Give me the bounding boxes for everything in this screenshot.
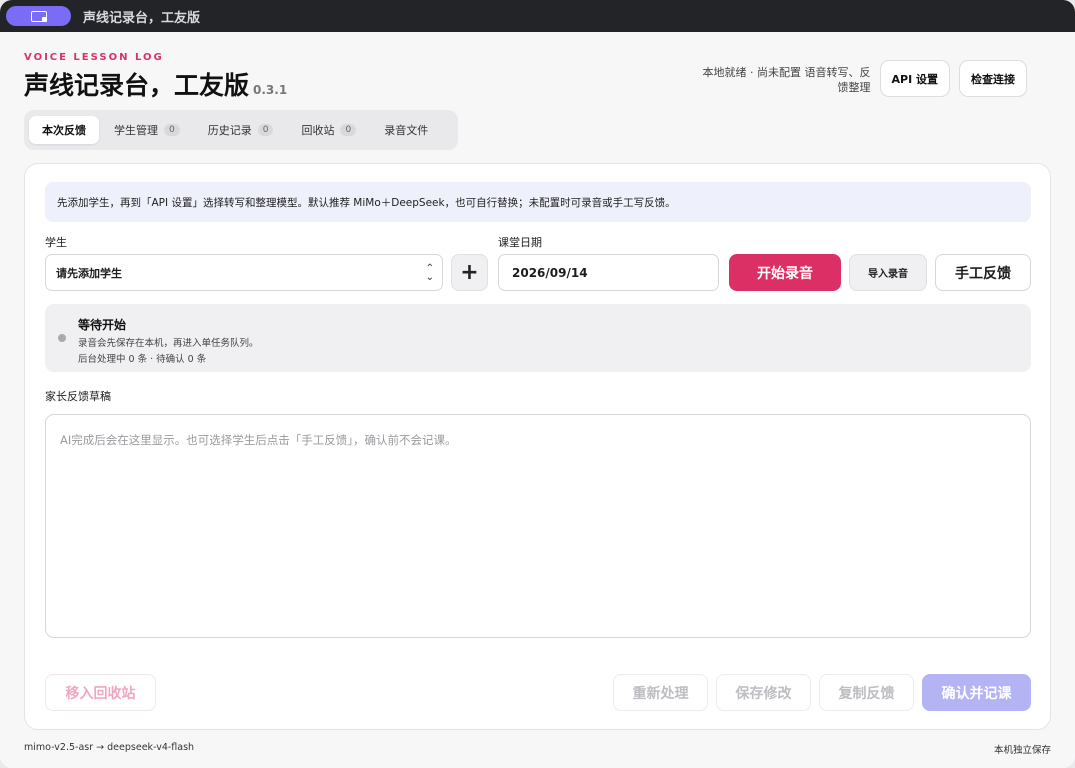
tab-label: 录音文件 [384, 124, 429, 137]
eyebrow-label: VOICE LESSON LOG [24, 52, 164, 63]
start-recording-button[interactable]: 开始录音 [729, 254, 841, 291]
queue-counts: 后台处理中 0 条 · 待确认 0 条 [78, 354, 207, 365]
title-bar: 声线记录台，工友版 [0, 0, 1075, 32]
status-text-line: 馈整理 [837, 81, 871, 94]
save-changes-button[interactable]: 保存修改 [716, 674, 811, 711]
tab-label: 历史记录 [207, 124, 252, 137]
chevron-up-down-icon: ⌃ ⌄ [425, 263, 434, 283]
student-select[interactable]: 请先添加学生 ⌃ ⌄ [45, 254, 443, 291]
window-title: 声线记录台，工友版 [83, 10, 201, 26]
storage-label: 本机独立保存 [993, 745, 1051, 756]
reprocess-button[interactable]: 重新处理 [613, 674, 708, 711]
api-settings-button[interactable]: API 设置 [879, 60, 950, 97]
tab-student-management[interactable]: 学生管理 0 [101, 116, 193, 144]
tab-label: 学生管理 [114, 124, 158, 137]
model-pipeline-label: mimo-v2.5-asr → deepseek-v4-flash [24, 742, 195, 753]
connection-status-area: 本地就绪 · 尚未配置 语音转写、反 馈整理 API 设置 检查连接 [681, 60, 1027, 97]
page-title-text: 声线记录台，工友版 [24, 71, 250, 100]
confirm-record-button[interactable]: 确认并记课 [922, 674, 1031, 711]
import-recording-button[interactable]: 导入录音 [849, 254, 927, 291]
feedback-card: 先添加学生，再到「API 设置」选择转写和整理模型。默认推荐 MiMo＋Deep… [24, 163, 1051, 730]
setup-notice: 先添加学生，再到「API 设置」选择转写和整理模型。默认推荐 MiMo＋Deep… [45, 182, 1031, 222]
tab-recording-files[interactable]: 录音文件 [371, 116, 441, 144]
app-switcher-button[interactable] [6, 6, 71, 26]
app-window: 声线记录台，工友版 VOICE LESSON LOG 声线记录台，工友版 0.3.… [0, 0, 1075, 768]
tab-current-feedback[interactable]: 本次反馈 [29, 116, 99, 144]
lesson-date-input[interactable]: 2026/09/14 [498, 254, 719, 291]
status-title: 等待开始 [78, 318, 127, 332]
student-select-value: 请先添加学生 [56, 266, 122, 280]
add-student-button[interactable]: + [451, 254, 488, 291]
tab-history[interactable]: 历史记录 0 [195, 116, 287, 144]
status-text-line: 本地就绪 · 尚未配置 语音转写、反 [702, 66, 871, 79]
status-description: 录音会先保存在本机，再进入单任务队列。 [78, 338, 259, 349]
tab-label: 回收站 [301, 124, 335, 137]
draft-label: 家长反馈草稿 [45, 390, 111, 403]
copy-feedback-button[interactable]: 复制反馈 [819, 674, 914, 711]
page-title: 声线记录台，工友版 0.3.1 [24, 66, 287, 102]
status-dot-icon [58, 334, 66, 342]
count-badge: 0 [164, 124, 180, 136]
window-icon [30, 10, 47, 22]
count-badge: 0 [257, 124, 274, 136]
check-connection-button[interactable]: 检查连接 [959, 60, 1027, 97]
page-header: VOICE LESSON LOG 声线记录台，工友版 0.3.1 [24, 52, 287, 102]
tab-bar: 本次反馈 学生管理 0 历史记录 0 回收站 0 录音文件 [24, 110, 458, 150]
task-status-panel: 等待开始 录音会先保存在本机，再进入单任务队列。 后台处理中 0 条 · 待确认… [45, 304, 1031, 372]
tab-recycle-bin[interactable]: 回收站 0 [288, 116, 369, 144]
version-label: 0.3.1 [253, 83, 288, 97]
feedback-draft-textarea[interactable]: AI完成后会在这里显示。也可选择学生后点击「手工反馈」，确认前不会记课。 [45, 414, 1031, 638]
count-badge: 0 [340, 124, 357, 136]
date-label: 课堂日期 [498, 236, 542, 249]
status-text: 本地就绪 · 尚未配置 语音转写、反 馈整理 [681, 65, 871, 95]
move-to-trash-button[interactable]: 移入回收站 [45, 674, 156, 711]
student-label: 学生 [45, 236, 67, 249]
manual-feedback-button[interactable]: 手工反馈 [935, 254, 1031, 291]
tab-label: 本次反馈 [42, 124, 86, 137]
